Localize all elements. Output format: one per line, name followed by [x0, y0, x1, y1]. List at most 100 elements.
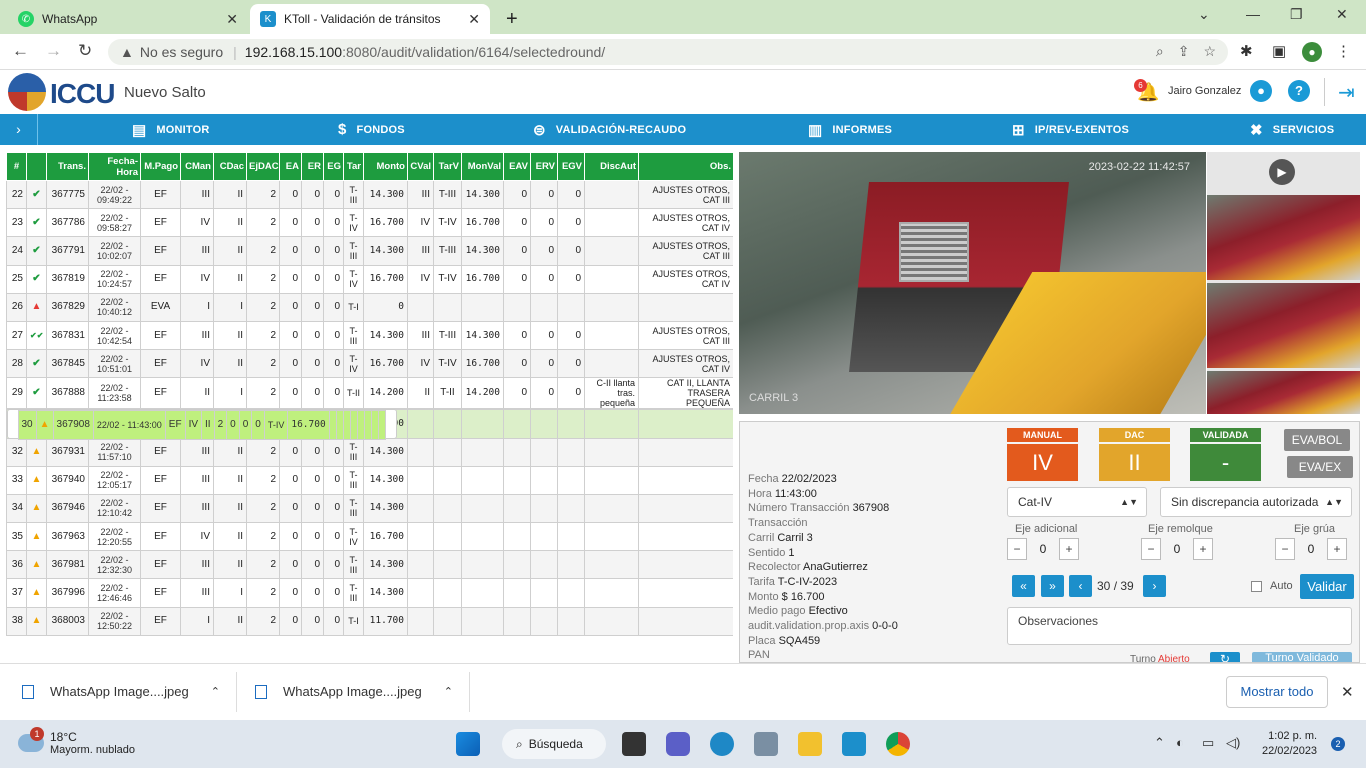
column-header[interactable]: Fecha-Hora: [88, 152, 141, 181]
nav-informes[interactable]: ▥ INFORMES: [808, 114, 892, 145]
thumbnail-2[interactable]: [1207, 283, 1360, 368]
column-header[interactable]: EAV: [503, 152, 531, 181]
observaciones-field[interactable]: Observaciones: [1007, 607, 1352, 645]
show-all-button[interactable]: Mostrar todo: [1226, 676, 1328, 708]
share-icon[interactable]: ⇪: [1178, 43, 1190, 60]
thumbnail-3[interactable]: [1207, 371, 1360, 414]
next-page-button[interactable]: ›: [1143, 575, 1166, 597]
download-item-2[interactable]: WhatsApp Image....jpeg ⌃: [255, 684, 453, 699]
zoom-icon[interactable]: ⌕: [1156, 43, 1164, 60]
column-header[interactable]: CVal: [407, 152, 434, 181]
task-view-icon[interactable]: [622, 732, 646, 756]
column-header[interactable]: Obs.: [638, 152, 733, 181]
chrome-icon[interactable]: [886, 732, 910, 756]
search-box[interactable]: ⌕ Búsqueda: [502, 729, 606, 759]
minimize-icon[interactable]: —: [1246, 6, 1260, 22]
forward-icon[interactable]: →: [45, 41, 62, 61]
user-name[interactable]: Jairo Gonzalez: [1168, 85, 1241, 97]
tray-chevron-icon[interactable]: ⌃: [1154, 735, 1165, 751]
table-row[interactable]: 34 ▲ 367946 22/02 - 12:10:42 EF III II 2 0 0 0 T-II…: [6, 493, 733, 524]
table-row[interactable]: 25 ✔ 367819 22/02 - 10:24:57 EF IV II 2 0 0 0 T-IV 1…: [6, 264, 733, 294]
table-row[interactable]: 23 ✔ 367786 22/02 - 09:58:27 EF IV II 2 0 0 0 T-IV 1…: [6, 208, 733, 238]
table-row[interactable]: 24 ✔ 367791 22/02 - 10:02:07 EF III II 2 0 0 0 T-II…: [6, 236, 733, 266]
logout-icon[interactable]: ⇥: [1338, 80, 1355, 105]
column-header[interactable]: EA: [279, 152, 302, 181]
nav-validacion[interactable]: ⊜ VALIDACIÓN-RECAUDO: [533, 114, 686, 145]
nav-monitor[interactable]: ▤ MONITOR: [132, 114, 210, 145]
refresh-icon[interactable]: ↻: [1210, 652, 1240, 662]
decrement-button[interactable]: −: [1141, 538, 1161, 560]
nav-exentos[interactable]: ⊞ IP/REV-EXENTOS: [1012, 114, 1129, 145]
close-icon[interactable]: ✕: [226, 11, 238, 28]
table-row[interactable]: 33 ▲ 367940 22/02 - 12:05:17 EF III II 2 0 0 0 T-II…: [6, 465, 733, 495]
table-row[interactable]: 32 ▲ 367931 22/02 - 11:57:10 EF III II 2 0 0 0 T-II…: [6, 437, 733, 467]
window-close-icon[interactable]: ✕: [1336, 6, 1348, 23]
table-row[interactable]: 38 ▲ 368003 22/02 - 12:50:22 EF I II 2 0 0 0 T-I 11.…: [6, 606, 733, 636]
help-icon[interactable]: ?: [1288, 80, 1310, 102]
network-icon[interactable]: ▭: [1202, 735, 1214, 751]
chevron-up-icon[interactable]: ⌃: [444, 685, 453, 698]
increment-button[interactable]: +: [1193, 538, 1213, 560]
extensions-icon[interactable]: ✱: [1240, 42, 1253, 60]
teams-icon[interactable]: [666, 732, 690, 756]
chevron-up-icon[interactable]: ⌃: [211, 685, 220, 698]
decrement-button[interactable]: −: [1275, 538, 1295, 560]
next-pending-button[interactable]: »: [1041, 575, 1064, 597]
eje-adicional-stepper[interactable]: −0 +: [1007, 537, 1079, 561]
tab-ktoll[interactable]: K KToll - Validación de tránsitos ✕: [250, 4, 490, 34]
vnc-icon[interactable]: [842, 732, 866, 756]
column-header[interactable]: CMan: [180, 152, 214, 181]
table-row[interactable]: 26 ▲ 367829 22/02 - 10:40:12 EVA I I 2 0 0 0 T-I 0: [6, 292, 733, 322]
stepper-value[interactable]: 0: [1161, 542, 1193, 556]
user-icon[interactable]: ●: [1250, 80, 1272, 102]
column-header[interactable]: EjDAC: [246, 152, 280, 181]
table-row[interactable]: 30 ▲ 367908 22/02 - 11:43:00 EF IV II 2 0 0 0 T-IV 1…: [6, 409, 397, 440]
clock[interactable]: 1:02 p. m. 22/02/2023: [1262, 729, 1317, 759]
table-row[interactable]: 22 ✔ 367775 22/02 - 09:49:22 EF III II 2 0 0 0 T-II…: [6, 179, 733, 210]
category-select[interactable]: Cat-IV ▲▼: [1007, 487, 1147, 517]
edge-icon[interactable]: [710, 732, 734, 756]
column-header[interactable]: CDac: [213, 152, 247, 181]
volume-icon[interactable]: ◁): [1226, 735, 1240, 751]
turno-validado-button[interactable]: Turno Validado: [1252, 652, 1352, 662]
eva-ex-button[interactable]: EVA/EX: [1287, 456, 1353, 478]
nav-servicios[interactable]: ✖ SERVICIOS: [1250, 114, 1334, 145]
eva-bol-button[interactable]: EVA/BOL: [1284, 429, 1350, 451]
play-icon[interactable]: ▶: [1269, 159, 1295, 185]
column-header[interactable]: ERV: [530, 152, 558, 181]
tab-whatsapp[interactable]: ✆ WhatsApp ✕: [8, 4, 248, 34]
column-header[interactable]: M.Pago: [140, 152, 181, 181]
bookmark-star-icon[interactable]: ☆: [1203, 43, 1216, 60]
increment-button[interactable]: +: [1327, 538, 1347, 560]
table-row[interactable]: 37 ▲ 367996 22/02 - 12:46:46 EF III I 2 0 0 0 T-III…: [6, 578, 733, 608]
download-item-1[interactable]: WhatsApp Image....jpeg ⌃: [22, 684, 220, 699]
tray-app-icon[interactable]: ◐: [1176, 735, 1184, 750]
nav-fondos[interactable]: $ FONDOS: [338, 114, 405, 145]
stepper-value[interactable]: 0: [1295, 542, 1327, 556]
first-page-button[interactable]: «: [1012, 575, 1035, 597]
checkbox-box[interactable]: [1251, 580, 1262, 592]
notification-count[interactable]: 2: [1331, 737, 1345, 751]
menu-icon[interactable]: ⋮: [1336, 42, 1351, 60]
stepper-value[interactable]: 0: [1027, 542, 1059, 556]
column-header[interactable]: TarV: [433, 152, 462, 181]
camera-image[interactable]: 2023-02-22 11:42:57 CARRIL 3: [739, 152, 1206, 414]
validar-button[interactable]: Validar: [1300, 574, 1354, 599]
column-header[interactable]: EGV: [557, 152, 585, 181]
close-icon[interactable]: ✕: [468, 11, 480, 28]
table-row[interactable]: 27 ✔✔ 367831 22/02 - 10:42:54 EF III II 2 0 0 0 T-I…: [6, 320, 733, 351]
column-header[interactable]: MonVal: [461, 152, 504, 181]
column-header[interactable]: DiscAut: [584, 152, 639, 181]
profile-avatar[interactable]: ●: [1302, 42, 1322, 62]
close-icon[interactable]: ✕: [1341, 683, 1354, 701]
column-header[interactable]: Trans.: [46, 152, 89, 181]
windows-start-icon[interactable]: [456, 732, 480, 756]
table-row[interactable]: 28 ✔ 367845 22/02 - 10:51:01 EF IV II 2 0 0 0 T-IV 1…: [6, 349, 733, 379]
auto-checkbox[interactable]: Auto: [1251, 580, 1293, 592]
discrepancy-select[interactable]: Sin discrepancia autorizada ▲▼: [1160, 487, 1352, 517]
table-row[interactable]: 29 ✔ 367888 22/02 - 11:23:58 EF II I 2 0 0 0 T-II 14…: [6, 377, 733, 410]
restore-icon[interactable]: ❐: [1290, 6, 1303, 23]
increment-button[interactable]: +: [1059, 538, 1079, 560]
thumbnail-1[interactable]: [1207, 195, 1360, 280]
prev-page-button[interactable]: ‹: [1069, 575, 1092, 597]
